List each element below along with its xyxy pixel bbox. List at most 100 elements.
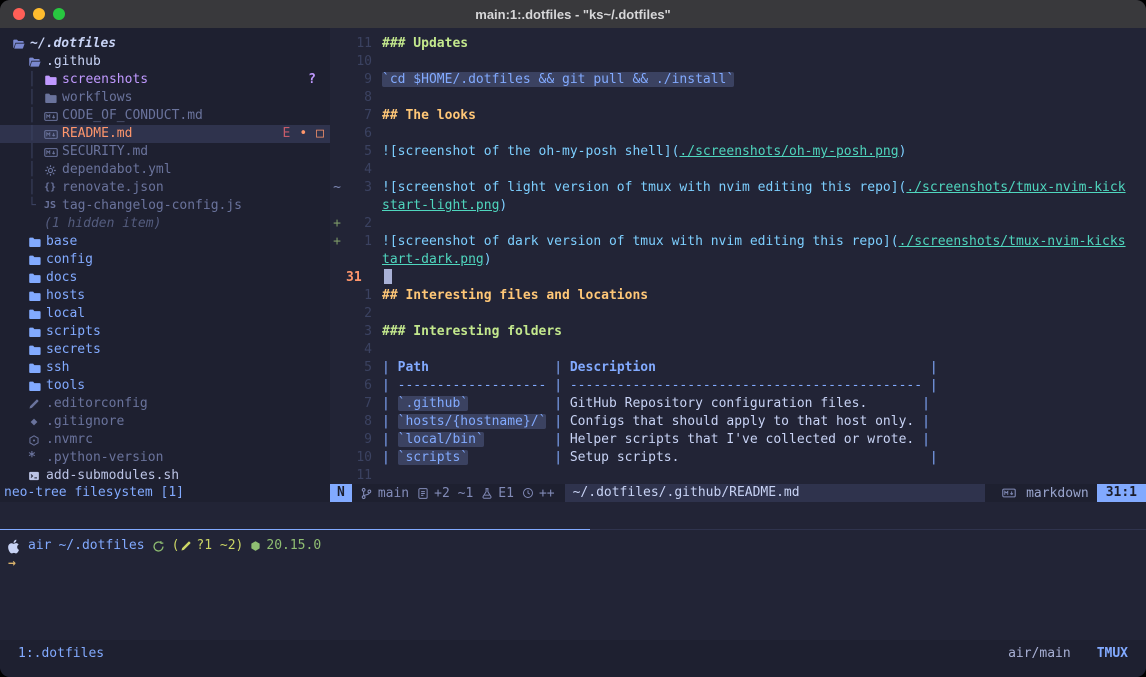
indent-guide: │ <box>28 161 44 179</box>
text-segment: | <box>382 414 398 429</box>
prompt-host: air <box>28 537 51 555</box>
editor-line[interactable]: +2 <box>330 215 1146 233</box>
line-content <box>372 341 382 359</box>
editor-line[interactable]: 9| `local/bin` | Helper scripts that I'v… <box>330 431 1146 449</box>
line-content: `cd $HOME/.dotfiles && git pull && ./ins… <box>372 71 734 89</box>
filetype-label: markdown <box>1026 486 1089 501</box>
tree-item-label: tools <box>46 377 85 395</box>
editor-line[interactable]: 8| `hosts/{hostname}/` | Configs that sh… <box>330 413 1146 431</box>
text-segment: | <box>922 414 930 429</box>
window-controls <box>13 8 65 20</box>
tree-item-ssh[interactable]: ssh <box>0 359 330 377</box>
line-number: 10 <box>344 53 372 71</box>
git-branch-name: main <box>378 486 409 501</box>
editor-line[interactable]: 4 <box>330 341 1146 359</box>
tree-item-readme.md[interactable]: │README.mdE•□ <box>0 125 330 143</box>
tree-item-label: tag-changelog-config.js <box>62 197 242 215</box>
text-segment: `scripts` <box>398 450 468 465</box>
folder-icon <box>28 272 46 285</box>
editor-line[interactable]: start-light.png) <box>330 197 1146 215</box>
editor-line[interactable]: tart-dark.png) <box>330 251 1146 269</box>
tree-item-dependabot.yml[interactable]: │ dependabot.yml <box>0 161 330 179</box>
tree-item-docs[interactable]: docs <box>0 269 330 287</box>
tree-item-screenshots[interactable]: │screenshots? <box>0 71 330 89</box>
tree-item-workflows[interactable]: │workflows <box>0 89 330 107</box>
folder-icon <box>28 344 46 357</box>
indent-guide: │ <box>28 71 44 89</box>
text-segment: ![screenshot of the oh-my-posh shell]( <box>382 144 679 159</box>
gutter-sign <box>330 89 344 107</box>
line-content <box>374 269 392 287</box>
tree-item-renovate.json[interactable]: │{}renovate.json <box>0 179 330 197</box>
editor-line[interactable]: 7## The looks <box>330 107 1146 125</box>
editor-line[interactable]: +1![screenshot of dark version of tmux w… <box>330 233 1146 251</box>
file-diff-icon <box>417 487 429 500</box>
git-branch-icon <box>360 487 373 500</box>
line-content: ![screenshot of the oh-my-posh shell](./… <box>372 143 906 161</box>
tree-item-local[interactable]: local <box>0 305 330 323</box>
editor-line[interactable]: 5![screenshot of the oh-my-posh shell](.… <box>330 143 1146 161</box>
tree-item-add-submodules.sh[interactable]: add-submodules.sh <box>0 467 330 484</box>
text-segment: Configs that should apply to that host o… <box>570 414 922 429</box>
tree-item-security.md[interactable]: │SECURITY.md <box>0 143 330 161</box>
gutter-sign <box>330 287 344 305</box>
text-segment: | <box>554 396 570 411</box>
editor-line[interactable]: 5| Path | Description | <box>330 359 1146 377</box>
tree-item-label: dependabot.yml <box>62 161 172 179</box>
editor-line[interactable]: 10 <box>330 53 1146 71</box>
tree-item--1-hidden-item-[interactable]: (1 hidden item) <box>0 215 330 233</box>
editor-line[interactable]: 2 <box>330 305 1146 323</box>
zoom-button[interactable] <box>53 8 65 20</box>
buffer-markers: E•□ <box>283 125 324 143</box>
close-button[interactable] <box>13 8 25 20</box>
tree-item-config[interactable]: config <box>0 251 330 269</box>
marker: E <box>283 125 291 143</box>
neo-tree-sidebar[interactable]: ~/.dotfiles.github│screenshots?│workflow… <box>0 28 330 484</box>
editor-line[interactable]: 6| ------------------- | ---------------… <box>330 377 1146 395</box>
line-number: 5 <box>344 359 372 377</box>
tree-item-hosts[interactable]: hosts <box>0 287 330 305</box>
text-segment: Description <box>570 360 656 375</box>
tmux-window-label[interactable]: 1:.dotfiles <box>18 646 104 677</box>
editor-line[interactable]: 1## Interesting files and locations <box>330 287 1146 305</box>
editor-line[interactable]: 7| `.github` | GitHub Repository configu… <box>330 395 1146 413</box>
tree-item-label: docs <box>46 269 77 287</box>
tree-item-tools[interactable]: tools <box>0 377 330 395</box>
minimize-button[interactable] <box>33 8 45 20</box>
tree-item-secrets[interactable]: secrets <box>0 341 330 359</box>
editor-line[interactable]: 9`cd $HOME/.dotfiles && git pull && ./in… <box>330 71 1146 89</box>
shell-pane[interactable]: air ~/.dotfiles ( ?1 ~2) 20.15.0 → <box>0 530 1146 640</box>
tree-item-.python-version[interactable]: *.python-version <box>0 449 330 467</box>
editor-line[interactable]: 8 <box>330 89 1146 107</box>
tree-item-base[interactable]: base <box>0 233 330 251</box>
file-path[interactable]: ~/.dotfiles/.github/README.md <box>565 484 985 502</box>
editor-line[interactable]: 31 <box>330 269 1146 287</box>
editor-line[interactable]: ~3![screenshot of light version of tmux … <box>330 179 1146 197</box>
text-segment: | <box>554 432 570 447</box>
git-status-badge: ?1 ~2) <box>196 537 243 555</box>
text-segment: | <box>922 432 930 447</box>
tree-item-.github[interactable]: .github <box>0 53 330 71</box>
tree-item-scripts[interactable]: scripts <box>0 323 330 341</box>
tree-item-.gitignore[interactable]: .gitignore <box>0 413 330 431</box>
tree-item-code-of-conduct.md[interactable]: │CODE_OF_CONDUCT.md <box>0 107 330 125</box>
tree-item--.dotfiles[interactable]: ~/.dotfiles <box>0 35 330 53</box>
tree-item-.nvmrc[interactable]: .nvmrc <box>0 431 330 449</box>
text-segment: ) <box>499 198 507 213</box>
tree-item-.editorconfig[interactable]: .editorconfig <box>0 395 330 413</box>
editor-buffer[interactable]: 11### Updates109`cd $HOME/.dotfiles && g… <box>330 28 1146 484</box>
editor-line[interactable]: 11### Updates <box>330 35 1146 53</box>
line-number: 11 <box>344 467 372 484</box>
editor-line[interactable]: 11 <box>330 467 1146 484</box>
command-line-area[interactable] <box>0 502 1146 528</box>
editor-line[interactable]: 4 <box>330 161 1146 179</box>
tree-item-tag-changelog-config.js[interactable]: └JStag-changelog-config.js <box>0 197 330 215</box>
line-number: 2 <box>344 305 372 323</box>
editor-line[interactable]: 3### Interesting folders <box>330 323 1146 341</box>
editor-line[interactable]: 6 <box>330 125 1146 143</box>
folder-icon <box>28 380 46 393</box>
text-segment: ) <box>899 144 907 159</box>
shell-input-line[interactable]: → <box>8 555 1146 573</box>
titlebar[interactable]: main:1:.dotfiles - "ks~/.dotfiles" <box>0 0 1146 28</box>
editor-line[interactable]: 10| `scripts` | Setup scripts. | <box>330 449 1146 467</box>
